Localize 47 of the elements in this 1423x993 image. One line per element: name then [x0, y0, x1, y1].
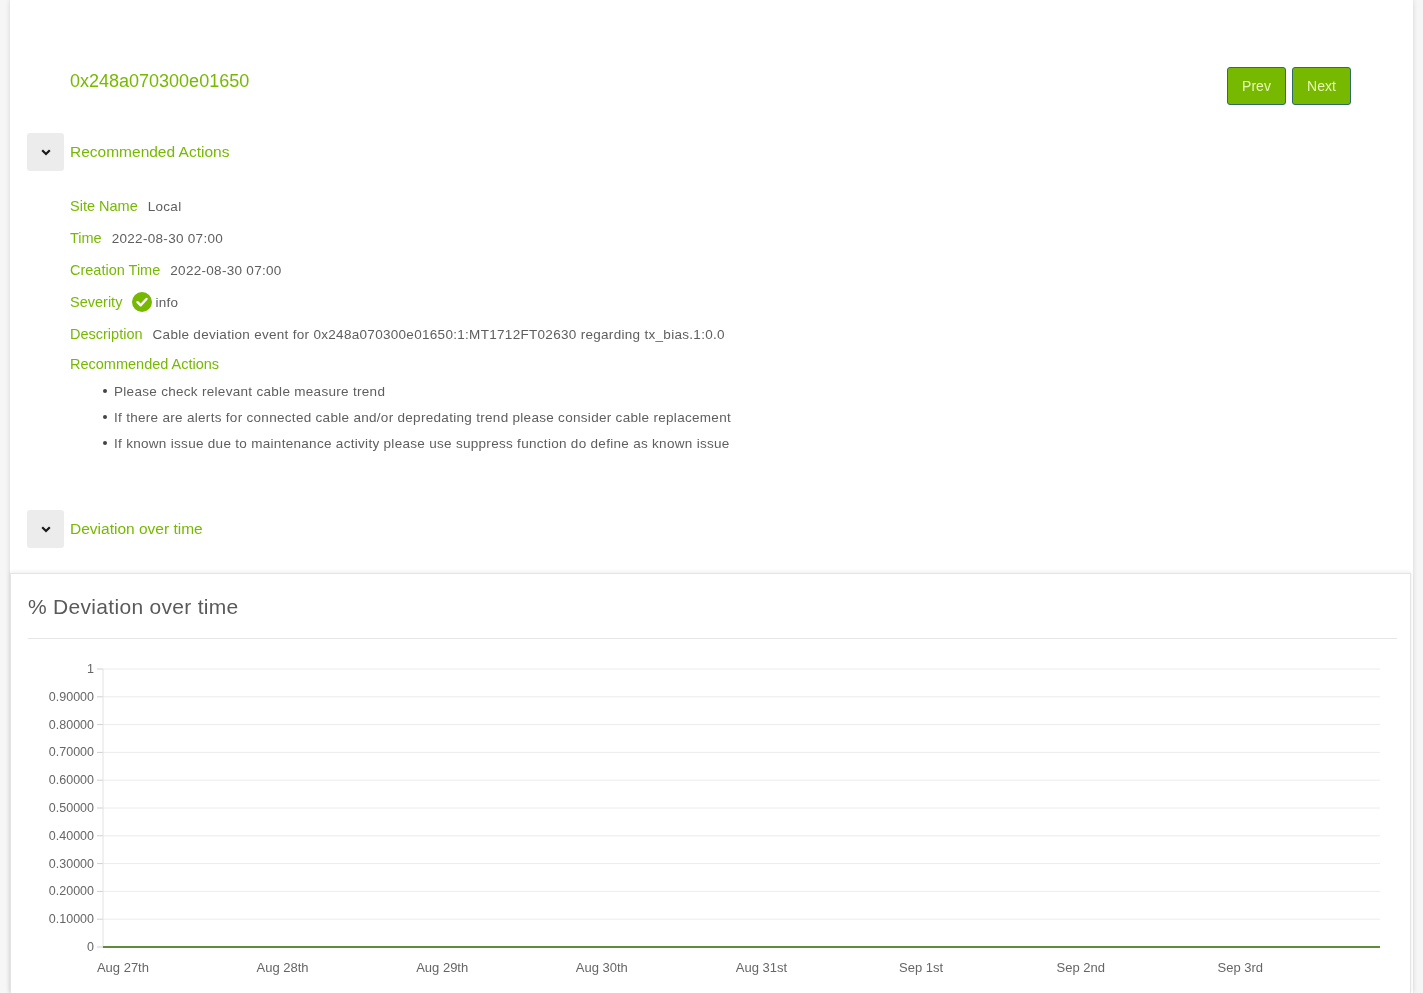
y-tick-label: 0.20000 [48, 884, 94, 899]
severity-value: info [155, 294, 179, 310]
x-tick-label: Aug 27th [96, 960, 149, 975]
section-title: Deviation over time [70, 520, 203, 538]
collapse-button[interactable] [27, 510, 64, 548]
action-item: If there are alerts for connected cable and/or depredating trend please consider cable replacement [114, 409, 731, 425]
action-item: Please check relevant cable measure trend [114, 383, 386, 399]
y-tick-label: 0.40000 [48, 828, 94, 843]
action-item: If known issue due to maintenance activity please use suppress function do define as known issue [114, 435, 730, 451]
device-title: 0x248a070300e01650 [70, 70, 250, 93]
chevron-icon [40, 525, 51, 533]
field-label: Creation Time [70, 262, 161, 278]
x-tick-label: Aug 29th [416, 960, 469, 975]
x-tick-label: Sep 1st [899, 960, 944, 975]
x-tick-label: Sep 2nd [1056, 960, 1105, 975]
field-label: Description [70, 326, 143, 342]
x-tick-label: Aug 31st [735, 960, 788, 975]
y-tick-label: 0.80000 [48, 717, 94, 732]
prev-button[interactable]: Prev [1227, 67, 1286, 105]
field-value: 2022-08-30 07:00 [111, 230, 224, 246]
y-tick-label: 0 [87, 940, 94, 954]
x-tick-label: Sep 3rd [1217, 960, 1264, 975]
collapse-button[interactable] [27, 133, 64, 171]
x-tick-label: Aug 30th [575, 960, 628, 975]
field-label: Recommended Actions [70, 356, 220, 372]
field-label: Time [70, 230, 102, 246]
bullet-icon [103, 389, 107, 393]
field-value: Cable deviation event for 0x248a070300e01650:1:MT1712FT02630 regarding tx_bias.1:0.0 [152, 326, 725, 342]
next-button[interactable]: Next [1292, 67, 1351, 105]
chart-title: % Deviation over time [28, 594, 240, 620]
y-tick-label: 0.70000 [48, 745, 94, 760]
y-tick-label: 0.30000 [48, 856, 94, 871]
field-label: Site Name [70, 198, 138, 214]
y-tick-label: 0.10000 [48, 912, 94, 927]
field-label: Severity [70, 294, 123, 310]
y-tick-label: 0.60000 [48, 773, 94, 788]
bullet-icon [103, 415, 107, 419]
y-tick-label: 0.50000 [48, 801, 94, 815]
bullet-icon [103, 441, 107, 445]
field-value: 2022-08-30 07:00 [170, 262, 282, 278]
x-tick-label: Aug 28th [256, 960, 309, 975]
chevron-icon [40, 148, 51, 156]
section-title: Recommended Actions [70, 143, 230, 161]
field-value: Local [147, 198, 182, 214]
y-tick-label: 1 [87, 662, 94, 676]
y-tick-label: 0.90000 [48, 689, 94, 704]
check-circle-icon [132, 292, 153, 312]
